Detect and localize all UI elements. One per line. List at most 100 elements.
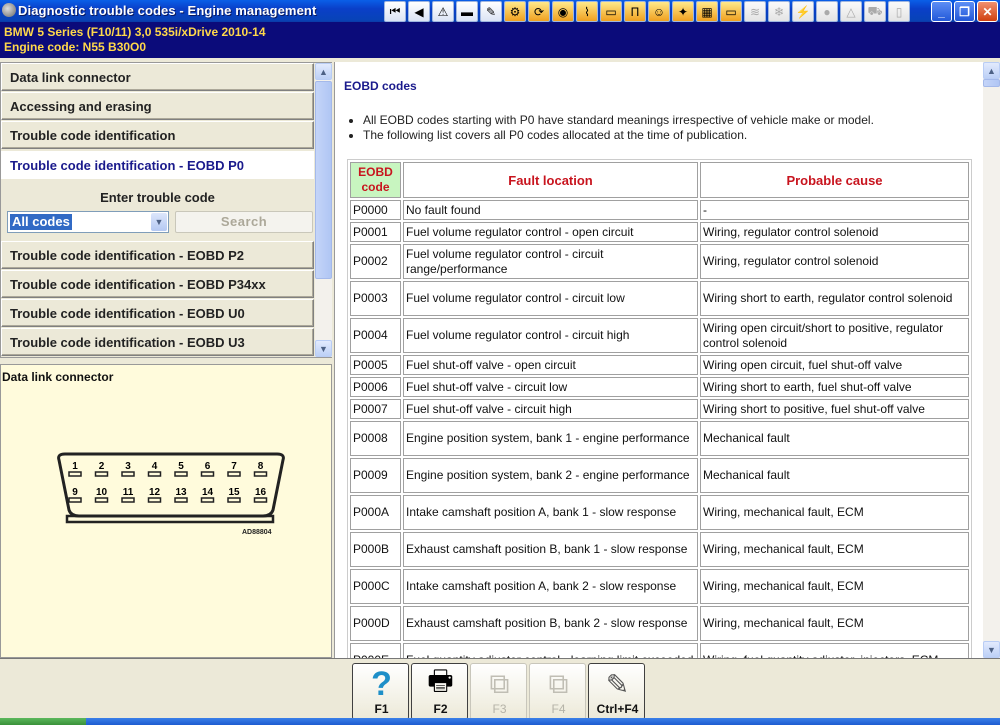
battery-button[interactable]: ▬	[456, 1, 478, 22]
warning-lamp-button[interactable]: △	[840, 1, 862, 22]
back-button[interactable]: ◀	[408, 1, 430, 22]
nav-item-eobd-u3[interactable]: Trouble code identification - EOBD U3	[1, 328, 314, 356]
fkey-f1-button[interactable]: ? F1	[352, 663, 409, 720]
pin-label: 14	[202, 487, 214, 498]
nav-item-eobd-p0[interactable]: Trouble code identification - EOBD P0	[1, 151, 314, 179]
help-icon: ?	[371, 664, 392, 703]
engine-code: Engine code: N55 B30O0	[4, 40, 147, 54]
pin-label: 9	[72, 487, 78, 498]
dlc-panel: Data link connector 12345678 9 10 11 12 13 14…	[0, 364, 332, 658]
pin-contact	[174, 471, 188, 477]
engine-button[interactable]: ⚙	[504, 1, 526, 22]
service-indicator-icon: ▦	[701, 4, 713, 19]
dlc-ref: AD88804	[242, 529, 272, 536]
pin-label: 1	[72, 461, 78, 472]
table-row: P000EFuel quantity adjuster control - le…	[350, 643, 969, 658]
brake-disc-button[interactable]: ◉	[552, 1, 574, 22]
cell-probable-cause: Wiring, mechanical fault, ECM	[700, 569, 969, 604]
pin-contact	[200, 471, 215, 477]
pin-contact	[174, 497, 188, 503]
body-panel-button[interactable]: ▭	[720, 1, 742, 22]
cell-probable-cause: Wiring short to earth, fuel shut-off val…	[700, 377, 969, 397]
pin-label: 6	[205, 461, 211, 472]
service-indicator-button[interactable]: ▦	[696, 1, 718, 22]
fkey-ctrl-f4-button[interactable]: ✎ Ctrl+F4	[588, 663, 645, 720]
electrical-icon: ⚡	[795, 4, 811, 19]
nav-item-data-link-connector[interactable]: Data link connector	[1, 63, 314, 91]
spark-plug-button[interactable]: ✦	[672, 1, 694, 22]
tools-button[interactable]: ✎	[480, 1, 502, 22]
warning-button[interactable]: ⚠	[432, 1, 454, 22]
nav-item-trouble-code-identification[interactable]: Trouble code identification	[1, 121, 314, 149]
pin-label: 12	[149, 487, 161, 498]
search-title: Enter trouble code	[100, 190, 215, 205]
pin-contact	[200, 497, 215, 503]
title-bar: Diagnostic trouble codes - Engine manage…	[0, 0, 1000, 22]
pin-contact	[253, 497, 268, 503]
nav-item-eobd-p2[interactable]: Trouble code identification - EOBD P2	[1, 241, 314, 269]
scroll-down-icon[interactable]: ▼	[315, 340, 332, 357]
cell-fault-location: Fuel shut-off valve - circuit high	[403, 399, 698, 419]
code-select[interactable]: All codes ▼	[7, 211, 169, 233]
fkey-f3-button[interactable]: ⧉ F3	[470, 663, 527, 720]
nav-item-eobd-u0[interactable]: Trouble code identification - EOBD U0	[1, 299, 314, 327]
timing-belt-button[interactable]: ⟳	[528, 1, 550, 22]
restore-button[interactable]: ❐	[954, 1, 975, 22]
technician-button[interactable]: ☺	[648, 1, 670, 22]
pin-contact	[94, 471, 109, 477]
scroll-up-icon[interactable]: ▲	[983, 62, 1000, 79]
suspension-icon: ⌇	[584, 4, 590, 19]
pin-label: 15	[228, 487, 240, 498]
first-page-button[interactable]: ⏮	[384, 1, 406, 22]
electrical-button[interactable]: ⚡	[792, 1, 814, 22]
nav-scrollbar-thumb[interactable]	[315, 81, 332, 279]
bullet-list: All EOBD codes starting with P0 have sta…	[363, 113, 874, 143]
start-button[interactable]	[0, 718, 86, 725]
hoist-icon: Π	[630, 4, 640, 19]
close-button[interactable]: ✕	[977, 1, 998, 22]
content-scrollbar-thumb[interactable]	[983, 79, 1000, 87]
search-button[interactable]: Search	[175, 211, 313, 233]
document-button[interactable]: ▯	[888, 1, 910, 22]
vehicle-button[interactable]: ⛟	[864, 1, 886, 22]
airbag-button[interactable]: ●	[816, 1, 838, 22]
fkey-f2-button[interactable]: 🖶 F2	[411, 663, 468, 720]
pin-contact	[121, 497, 135, 503]
scroll-up-icon[interactable]: ▲	[315, 63, 332, 80]
air-conditioning-button[interactable]: ❄	[768, 1, 790, 22]
nav-item-accessing-erasing[interactable]: Accessing and erasing	[1, 92, 314, 120]
car-lift-button[interactable]: ▭	[600, 1, 622, 22]
close-icon: ✕	[982, 4, 993, 19]
hoist-button[interactable]: Π	[624, 1, 646, 22]
wiring-button[interactable]: ≋	[744, 1, 766, 22]
bullet-item: All EOBD codes starting with P0 have sta…	[363, 113, 874, 128]
scroll-down-icon[interactable]: ▼	[983, 641, 1000, 658]
suspension-button[interactable]: ⌇	[576, 1, 598, 22]
cell-code: P0005	[350, 355, 401, 375]
cell-probable-cause: Wiring open circuit, fuel shut-off valve	[700, 355, 969, 375]
fkey-f4-button[interactable]: ⧉ F4	[529, 663, 586, 720]
content-scrollbar[interactable]: ▲ ▼	[983, 62, 1000, 658]
chevron-down-icon[interactable]: ▼	[151, 213, 167, 231]
header-probable-cause: Probable cause	[700, 162, 969, 198]
cell-fault-location: Fuel quantity adjuster control - learnin…	[403, 643, 698, 658]
trouble-code-search: Enter trouble code All codes ▼ Search	[1, 185, 314, 243]
fkey-label: Ctrl+F4	[596, 702, 639, 716]
dlc-connector-diagram: 12345678 9 10 11 12 13 14 15 16 AD88804	[57, 452, 285, 536]
notes-icon: ✎	[605, 668, 630, 700]
warning-icon: ⚠	[437, 4, 449, 19]
pin-label: 10	[96, 487, 108, 498]
cell-probable-cause: Wiring, mechanical fault, ECM	[700, 606, 969, 641]
pin-label: 11	[123, 487, 134, 498]
warning-lamp-icon: △	[846, 4, 856, 19]
minimize-button[interactable]: _	[931, 1, 952, 22]
pin-label: 13	[175, 487, 187, 498]
window-title: Diagnostic trouble codes - Engine manage…	[18, 3, 317, 18]
pin-contact	[227, 497, 241, 503]
nav-scrollbar[interactable]: ▲ ▼	[315, 63, 332, 357]
cell-fault-location: Exhaust camshaft position B, bank 2 - sl…	[403, 606, 698, 641]
cell-fault-location: Intake camshaft position A, bank 1 - slo…	[403, 495, 698, 530]
first-page-icon: ⏮	[389, 4, 401, 18]
nav-item-eobd-p34xx[interactable]: Trouble code identification - EOBD P34xx	[1, 270, 314, 298]
table-row: P000C Intake camshaft position A, bank 2 …	[350, 569, 969, 604]
